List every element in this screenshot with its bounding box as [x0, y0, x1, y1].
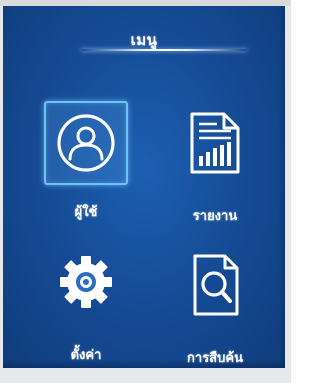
- menu-item-settings[interactable]: ตั้งค่า: [26, 242, 146, 368]
- menu-item-report[interactable]: รายงาน: [155, 98, 275, 228]
- report-icon: [190, 112, 240, 174]
- menu-header: เมนู: [3, 6, 285, 56]
- menu-item-user-label: ผู้ใช้: [74, 205, 98, 220]
- menu-screen: เมนู ผู้ใช้ รายงาน ตั้งค่า การสืบค้น: [3, 6, 285, 368]
- selection-highlight[interactable]: [44, 101, 128, 185]
- menu-item-user[interactable]: ผู้ใช้: [26, 98, 146, 228]
- title-underline: [81, 49, 247, 51]
- gear-icon: [60, 256, 112, 308]
- screen-edge-shade: [279, 6, 285, 368]
- screen-bottom-shade: [3, 360, 285, 368]
- menu-item-search[interactable]: การสืบค้น: [155, 242, 275, 368]
- user-icon: [57, 114, 115, 172]
- search-document-icon-wrap: [175, 246, 255, 326]
- report-icon-wrap: [175, 102, 255, 182]
- device-frame: เมนู ผู้ใช้ รายงาน ตั้งค่า การสืบค้น: [0, 0, 291, 383]
- menu-item-report-label: รายงาน: [192, 209, 238, 224]
- search-document-icon: [193, 254, 239, 316]
- gear-icon-wrap: [46, 242, 126, 322]
